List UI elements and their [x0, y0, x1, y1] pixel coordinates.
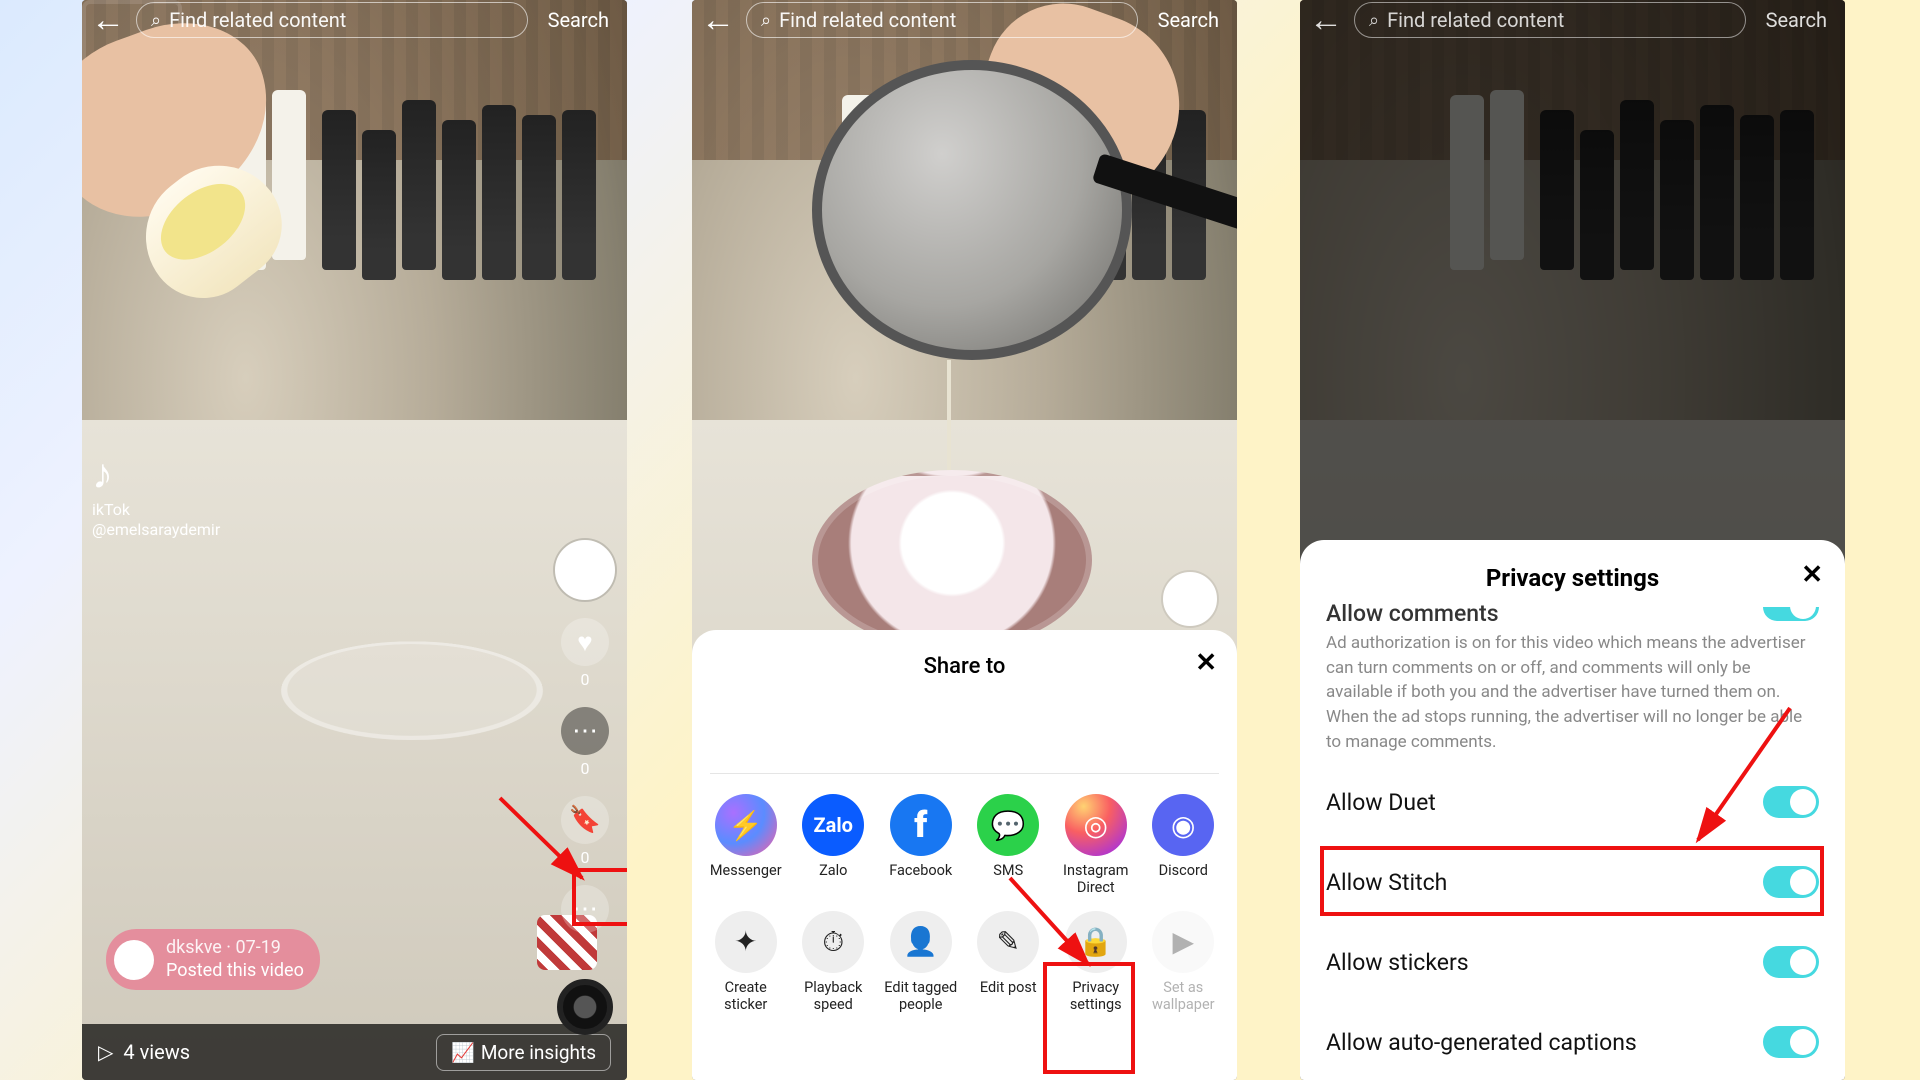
toggle-allow-duet[interactable] — [1763, 786, 1819, 818]
play-icon: ▷ — [98, 1040, 113, 1064]
speed-icon: ⏱ — [802, 911, 864, 973]
comment-count: 0 — [581, 759, 590, 778]
privacy-title: Privacy settings — [1486, 564, 1659, 592]
more-button[interactable]: ⋯ — [561, 885, 609, 933]
search-placeholder: Find related content — [169, 8, 346, 32]
ad-authorization-description: Ad authorization is on for this video wh… — [1326, 627, 1819, 762]
row-allow-comments-label: Allow comments — [1326, 600, 1499, 627]
share-discord[interactable]: ◉ Discord — [1140, 794, 1228, 897]
like-count: 0 — [581, 670, 590, 689]
share-sms[interactable]: 💬 SMS — [965, 794, 1053, 897]
action-edit-post[interactable]: ✎ Edit post — [965, 911, 1053, 1014]
row-allow-stickers: Allow stickers — [1326, 922, 1819, 1002]
action-playback-speed[interactable]: ⏱ Playback speed — [790, 911, 878, 1014]
discord-icon: ◉ — [1152, 794, 1214, 856]
action-privacy-settings[interactable]: 🔒 Privacy settings — [1052, 911, 1140, 1014]
like-button[interactable]: ♥ — [561, 618, 609, 666]
messenger-icon: ⚡ — [715, 794, 777, 856]
toggle-allow-stickers[interactable] — [1763, 946, 1819, 978]
screenshot-panel-2: ← ⌕ Find related content Search Share to… — [692, 0, 1237, 1080]
top-bar: ← ⌕ Find related content Search — [692, 0, 1237, 40]
search-icon: ⌕ — [151, 10, 161, 31]
share-apps-row: ⚡ Messenger Zalo Zalo f Facebook 💬 SMS ◎… — [692, 794, 1237, 897]
sms-icon: 💬 — [977, 794, 1039, 856]
toggle-allow-comments[interactable] — [1763, 607, 1819, 621]
search-pill[interactable]: ⌕ Find related content — [1354, 2, 1746, 38]
search-button[interactable]: Search — [538, 8, 619, 32]
share-messenger[interactable]: ⚡ Messenger — [702, 794, 790, 897]
search-pill[interactable]: ⌕ Find related content — [746, 2, 1138, 38]
share-facebook[interactable]: f Facebook — [877, 794, 965, 897]
video-background — [82, 0, 627, 1080]
action-set-wallpaper[interactable]: ▶ Set as wallpaper — [1140, 911, 1228, 1014]
toggle-allow-stitch[interactable] — [1763, 866, 1819, 898]
lock-icon: 🔒 — [1065, 911, 1127, 973]
close-button[interactable]: ✕ — [1801, 560, 1823, 590]
comment-button[interactable]: ⋯ — [561, 707, 609, 755]
views-label[interactable]: ▷ 4 views — [98, 1040, 190, 1064]
back-button[interactable]: ← — [1308, 2, 1344, 38]
privacy-sheet: Privacy settings ✕ Allow comments Ad aut… — [1300, 540, 1845, 1080]
share-zalo[interactable]: Zalo Zalo — [790, 794, 878, 897]
instagram-icon: ◎ — [1065, 794, 1127, 856]
profile-avatar[interactable] — [1163, 572, 1217, 626]
back-button[interactable]: ← — [700, 2, 736, 38]
person-icon: 👤 — [890, 911, 952, 973]
search-icon: ⌕ — [1369, 10, 1379, 31]
post-actions-row: ✦ Create sticker ⏱ Playback speed 👤 Edit… — [692, 911, 1237, 1014]
pencil-icon: ✎ — [977, 911, 1039, 973]
pill-avatar — [114, 940, 154, 980]
screenshot-panel-1: ♪ ikTok @emelsaraydemir ← ⌕ Find related… — [82, 0, 627, 1080]
search-button[interactable]: Search — [1756, 8, 1837, 32]
sound-disc[interactable] — [557, 979, 613, 1035]
facebook-icon: f — [890, 794, 952, 856]
action-create-sticker[interactable]: ✦ Create sticker — [702, 911, 790, 1014]
row-allow-stitch: Allow Stitch — [1326, 842, 1819, 922]
search-pill[interactable]: ⌕ Find related content — [136, 2, 528, 38]
row-allow-captions: Allow auto-generated captions — [1326, 1002, 1819, 1080]
posted-pill[interactable]: dkskve · 07-19 Posted this video — [106, 929, 320, 990]
action-rail: ♥ 0 ⋯ 0 🔖 0 ⋯ — [555, 540, 615, 1035]
action-edit-tagged[interactable]: 👤 Edit tagged people — [877, 911, 965, 1014]
wallpaper-icon: ▶ — [1152, 911, 1214, 973]
close-button[interactable]: ✕ — [1195, 648, 1217, 678]
share-sheet: Share to ✕ ⚡ Messenger Zalo Zalo f Faceb… — [692, 630, 1237, 1080]
bookmark-count: 0 — [581, 848, 590, 867]
profile-avatar[interactable] — [555, 540, 615, 600]
more-insights-button[interactable]: 📈 More insights — [436, 1034, 611, 1071]
bottom-bar: ▷ 4 views 📈 More insights — [82, 1024, 627, 1080]
toggle-allow-captions[interactable] — [1763, 1026, 1819, 1058]
share-instagram-direct[interactable]: ◎ Instagram Direct — [1052, 794, 1140, 897]
sticker-icon: ✦ — [715, 911, 777, 973]
top-bar: ← ⌕ Find related content Search — [1300, 0, 1845, 40]
search-icon: ⌕ — [761, 10, 771, 31]
tiktok-watermark: ♪ ikTok @emelsaraydemir — [92, 450, 220, 539]
screenshot-panel-3: ← ⌕ Find related content Search Privacy … — [1300, 0, 1845, 1080]
bookmark-button[interactable]: 🔖 — [561, 796, 609, 844]
back-button[interactable]: ← — [90, 2, 126, 38]
top-bar: ← ⌕ Find related content Search — [82, 0, 627, 40]
zalo-icon: Zalo — [802, 794, 864, 856]
chart-icon: 📈 — [451, 1041, 475, 1064]
search-button[interactable]: Search — [1148, 8, 1229, 32]
row-allow-duet: Allow Duet — [1326, 762, 1819, 842]
sheet-title: Share to — [924, 654, 1006, 679]
